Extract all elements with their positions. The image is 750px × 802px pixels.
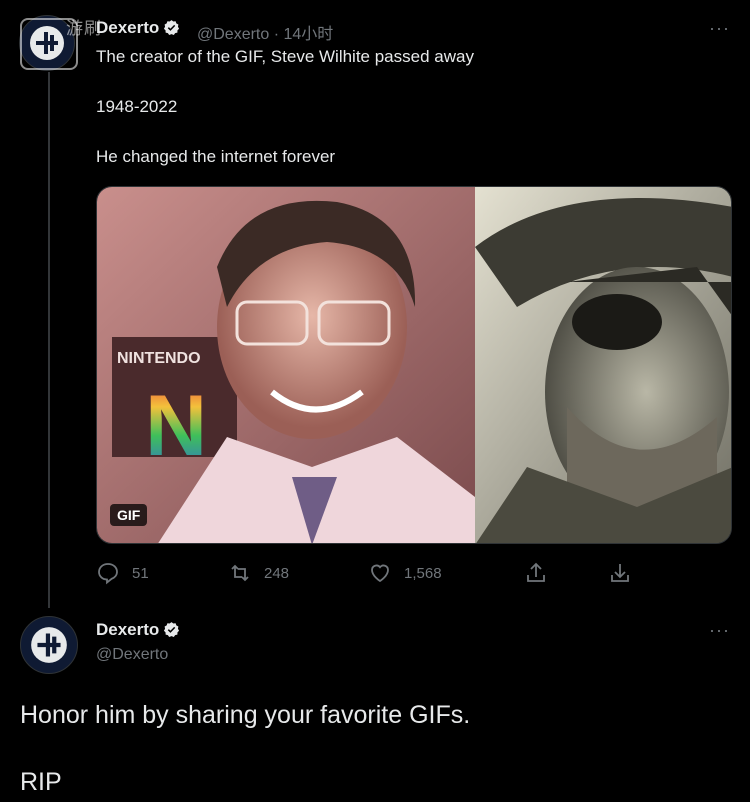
reply-button[interactable]: 51 <box>96 561 149 585</box>
retweet-count: 248 <box>264 564 290 582</box>
share-icon <box>527 562 545 582</box>
parent-more-icon[interactable]: ··· <box>709 18 730 39</box>
retweet-button[interactable]: 248 <box>228 561 289 585</box>
parent-author-handle[interactable]: @Dexerto <box>197 26 269 43</box>
dexerto-logo-icon <box>31 627 67 663</box>
like-button[interactable]: 1,568 <box>368 561 442 585</box>
download-icon <box>611 564 629 582</box>
parent-author-name-row[interactable]: Dexerto <box>96 18 180 41</box>
verified-icon <box>163 621 180 643</box>
gif-frame-image: NINTENDO N <box>97 187 731 543</box>
reply-author-handle[interactable]: @Dexerto <box>96 646 168 664</box>
retweet-icon <box>231 564 249 582</box>
parent-text-line-3: He changed the internet forever <box>96 147 336 166</box>
parent-text-line-2: 1948-2022 <box>96 97 178 116</box>
gif-badge: GIF <box>110 504 148 526</box>
reply-more-icon[interactable]: ··· <box>709 620 730 641</box>
thread-connector-line <box>48 72 50 608</box>
parent-meta: @Dexerto · 14小时 <box>197 20 333 44</box>
reply-author-name[interactable]: Dexerto <box>96 620 159 639</box>
nintendo-logo-text: NINTENDO <box>117 350 201 367</box>
reply-text-line-1: Honor him by sharing your favorite GIFs. <box>20 701 471 729</box>
download-button[interactable] <box>608 561 644 585</box>
verified-icon <box>163 19 180 41</box>
reply-text-line-2: RIP <box>20 768 62 796</box>
parent-timestamp[interactable]: 14小时 <box>284 26 334 43</box>
reply-icon <box>98 563 118 585</box>
like-icon <box>371 564 389 583</box>
tweet-media-gif[interactable]: NINTENDO N <box>96 186 732 544</box>
parent-text-line-1: The creator of the GIF, Steve Wilhite pa… <box>96 47 474 66</box>
reply-count: 51 <box>132 564 149 582</box>
parent-author-name[interactable]: Dexerto <box>96 18 159 37</box>
reply-avatar[interactable] <box>20 616 78 674</box>
reply-author-name-row[interactable]: Dexerto <box>96 620 180 643</box>
nintendo-n-logo: N <box>145 378 207 474</box>
share-button[interactable] <box>524 561 560 585</box>
like-count: 1,568 <box>404 564 442 582</box>
dexerto-logo-icon <box>30 26 64 60</box>
time-separator: · <box>273 26 280 43</box>
